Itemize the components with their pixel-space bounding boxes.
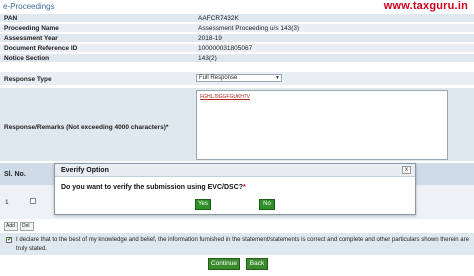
form-row-assessment-year: Assessment Year 2018-19 <box>0 34 474 43</box>
row-checkbox[interactable] <box>30 198 36 204</box>
page-header: e-Proceedings www.taxguru.in <box>0 0 474 14</box>
form-row-proceeding-name: Proceeding Name Assessment Proceeding u/… <box>0 24 474 33</box>
everify-dialog: Everify Option x Do you want to verify t… <box>54 163 416 215</box>
assessment-year-label: Assessment Year <box>4 35 58 42</box>
form-row-remarks: Response/Remarks (Not exceeding 4000 cha… <box>0 88 474 162</box>
form-row-response-type: Response Type Full Response ▼ <box>0 72 474 86</box>
continue-button[interactable]: Continue <box>208 258 240 270</box>
yes-button-label: Yes <box>198 201 208 207</box>
dialog-title: Everify Option <box>61 167 109 174</box>
response-type-selected: Full Response <box>199 75 238 81</box>
sl-no-header: Sl. No. <box>4 171 26 178</box>
delete-button[interactable]: Del <box>20 222 34 231</box>
form-row-notice-section: Notice Section 143(2) <box>0 54 474 63</box>
no-button-label: No <box>263 201 271 207</box>
delete-button-label: Del <box>22 223 30 229</box>
back-button-label: Back <box>249 260 265 267</box>
no-button[interactable]: No <box>259 199 275 210</box>
watermark-logo: www.taxguru.in <box>383 0 468 12</box>
back-button[interactable]: Back <box>246 258 268 270</box>
notice-section-label: Notice Section <box>4 55 50 62</box>
response-type-label: Response Type <box>4 76 52 83</box>
assessment-year-value: 2018-19 <box>198 35 222 42</box>
continue-button-label: Continue <box>210 260 238 267</box>
remarks-text: FGHLJ9GGFGUKH7V <box>200 94 251 100</box>
dialog-question: Do you want to verify the submission usi… <box>61 184 246 191</box>
document-reference-id-label: Document Reference ID <box>4 45 78 52</box>
remarks-label: Response/Remarks (Not exceeding 4000 cha… <box>4 124 169 131</box>
response-type-select[interactable]: Full Response ▼ <box>196 74 282 82</box>
pan-label: PAN <box>4 15 18 22</box>
row-number: 1 <box>5 199 9 206</box>
page-title: e-Proceedings <box>3 2 55 11</box>
dialog-question-text: Do you want to verify the submission usi… <box>61 184 244 191</box>
document-reference-id-value: 100000031805067 <box>198 45 253 52</box>
remarks-textarea[interactable]: FGHLJ9GGFGUKH7V <box>196 90 448 160</box>
add-button-label: Add <box>6 223 15 229</box>
required-mark: * <box>243 184 246 191</box>
pan-value: AAFCR7432K <box>198 15 239 22</box>
close-icon[interactable]: x <box>402 166 411 174</box>
declaration-row: ✔ I declare that to the best of my knowl… <box>0 233 474 255</box>
proceeding-name-label: Proceeding Name <box>4 25 59 32</box>
yes-button[interactable]: Yes <box>195 199 211 210</box>
dialog-header: Everify Option x <box>55 164 415 177</box>
declaration-checkbox[interactable]: ✔ <box>6 237 12 243</box>
notice-section-value: 143(2) <box>198 55 217 62</box>
form-row-pan: PAN AAFCR7432K <box>0 14 474 23</box>
chevron-down-icon: ▼ <box>275 75 280 81</box>
form-row-document-reference-id: Document Reference ID 100000031805067 <box>0 44 474 53</box>
add-button[interactable]: Add <box>4 222 18 231</box>
proceeding-name-value: Assessment Proceeding u/s 143(3) <box>198 25 300 32</box>
declaration-text: I declare that to the best of my knowled… <box>16 237 469 252</box>
